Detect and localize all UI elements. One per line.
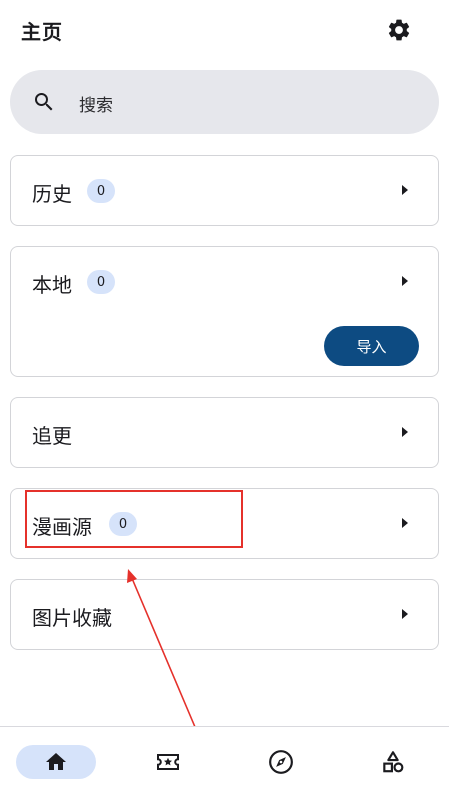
comic-sources-card[interactable]: 漫画源 0 [10,488,439,559]
ticket-star-icon [157,754,179,770]
nav-categories[interactable] [353,745,433,779]
bottom-navigation [0,726,449,799]
chevron-right-icon [402,609,408,619]
search-bar[interactable]: 搜索 [10,70,439,134]
image-favorites-card[interactable]: 图片收藏 [10,579,439,650]
local-count-badge: 0 [87,270,115,294]
image-favorites-label: 图片收藏 [32,606,112,630]
page-title: 主页 [21,20,63,44]
local-label: 本地 [32,273,72,297]
search-placeholder: 搜索 [79,96,113,116]
nav-home[interactable] [16,745,96,779]
history-card[interactable]: 历史 0 [10,155,439,226]
chevron-right-icon [402,427,408,437]
chevron-right-icon [402,518,408,528]
local-card[interactable]: 本地 0 导入 [10,246,439,377]
history-label: 历史 [32,182,72,206]
gear-icon [388,19,410,41]
category-shapes-icon [383,751,404,773]
comic-sources-count-badge: 0 [109,512,137,536]
compass-icon [269,750,293,774]
app-header: 主页 [0,0,449,62]
history-count-badge: 0 [87,179,115,203]
nav-explore[interactable] [241,745,321,779]
chevron-right-icon [402,185,408,195]
chevron-right-icon [402,276,408,286]
settings-button[interactable] [384,15,414,45]
subscriptions-card[interactable]: 追更 [10,397,439,468]
subscriptions-label: 追更 [32,424,72,448]
comic-sources-label: 漫画源 [32,515,92,539]
search-icon [35,93,53,111]
import-button[interactable]: 导入 [324,326,419,366]
nav-subscriptions[interactable] [128,745,208,779]
home-icon [46,753,66,770]
